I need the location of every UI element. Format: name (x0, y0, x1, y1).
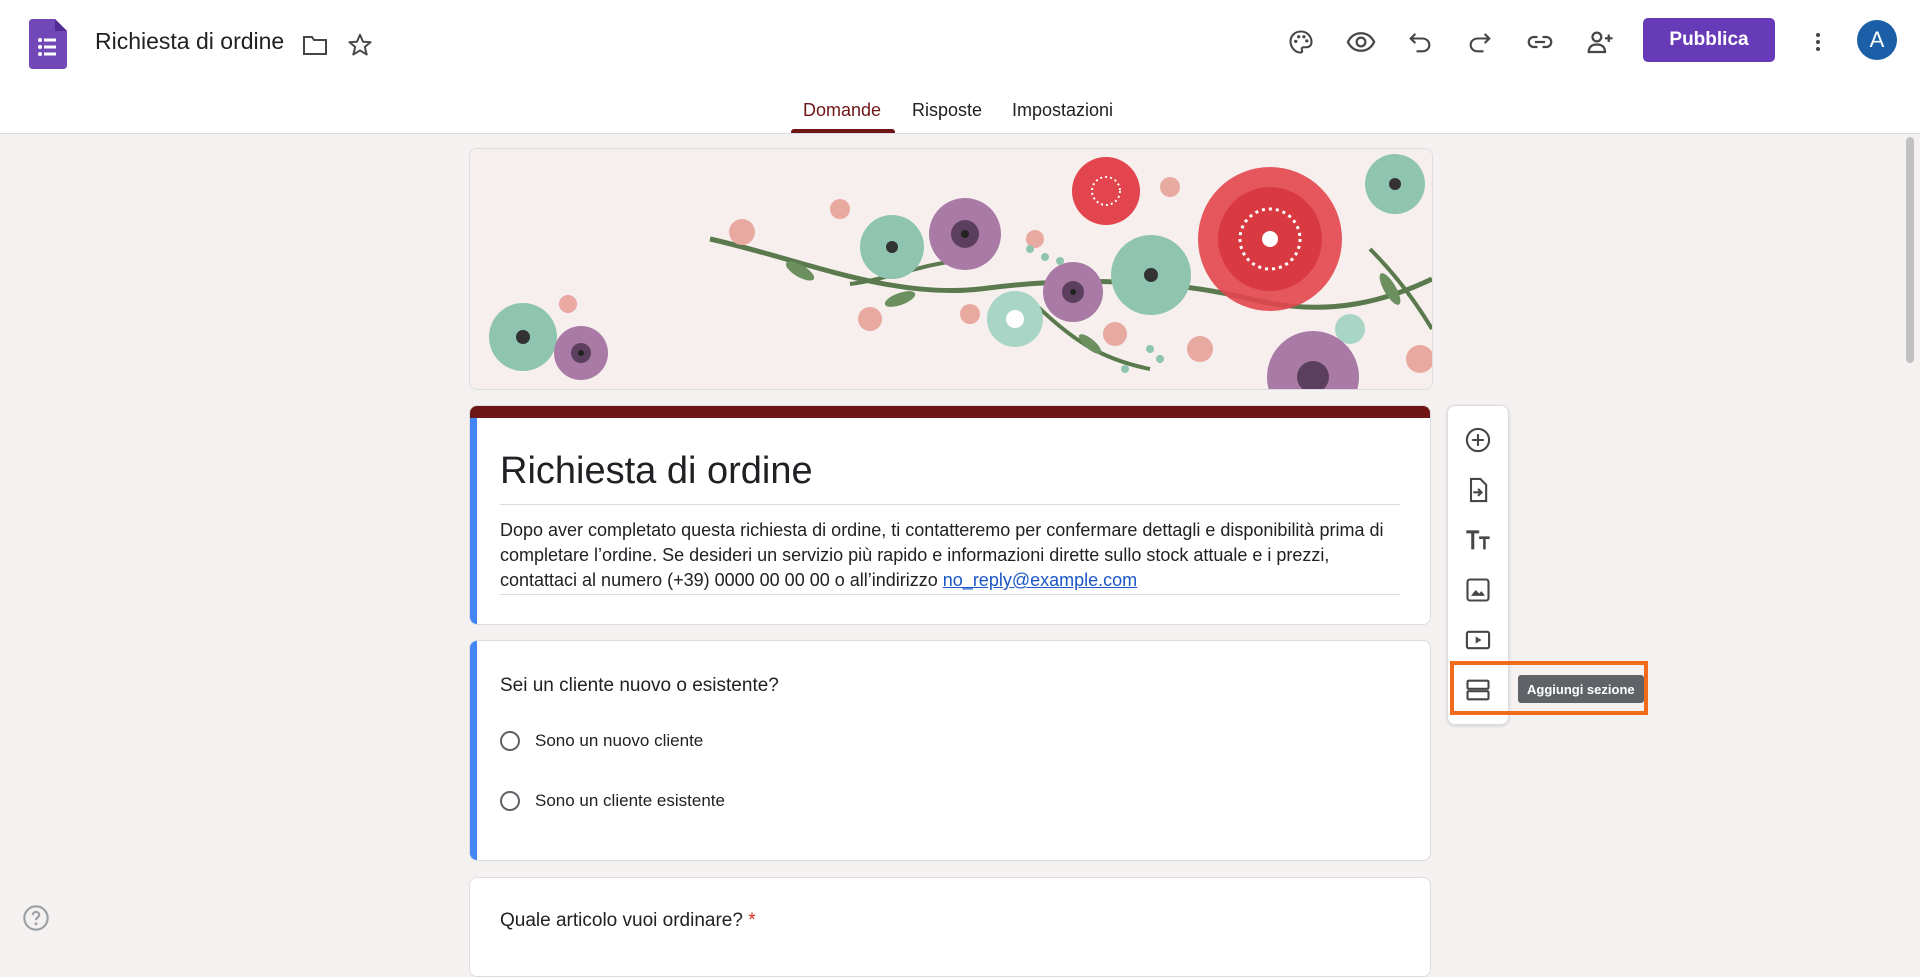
import-questions-icon[interactable] (1456, 468, 1500, 512)
help-icon[interactable] (22, 904, 50, 932)
more-vert-icon[interactable] (1796, 20, 1840, 64)
tab-domande[interactable]: Domande (803, 100, 881, 121)
avatar[interactable]: A (1857, 20, 1897, 60)
form-description-text: Dopo aver completato questa richiesta di… (500, 520, 1384, 590)
google-forms-logo-icon[interactable] (29, 19, 67, 69)
add-question-icon[interactable] (1456, 418, 1500, 462)
publish-button[interactable]: Pubblica (1643, 18, 1775, 62)
document-title[interactable]: Richiesta di ordine (95, 28, 284, 55)
theme-color-bar (470, 406, 1430, 418)
tab-risposte[interactable]: Risposte (912, 100, 982, 121)
active-card-indicator (470, 641, 477, 860)
title-underline (500, 504, 1400, 505)
radio-option[interactable]: Sono un nuovo cliente (500, 728, 703, 754)
option-label: Sono un cliente esistente (535, 791, 725, 810)
active-tab-indicator (791, 129, 895, 133)
radio-button[interactable] (500, 791, 520, 811)
form-title[interactable]: Richiesta di ordine (500, 450, 813, 493)
form-title-card[interactable]: Richiesta di ordine Dopo aver completato… (469, 405, 1431, 625)
palette-icon[interactable] (1279, 20, 1323, 64)
scrollbar[interactable] (1906, 137, 1914, 363)
form-description[interactable]: Dopo aver completato questa richiesta di… (500, 518, 1400, 593)
top-header: Richiesta di ordine Pubblica A Domande R… (0, 0, 1920, 134)
radio-button[interactable] (500, 731, 520, 751)
add-person-icon[interactable] (1578, 20, 1622, 64)
option-label: Sono un nuovo cliente (535, 731, 704, 750)
email-link[interactable]: no_reply@example.com (943, 570, 1137, 590)
question-card[interactable]: Sei un cliente nuovo o esistente? Sono u… (469, 640, 1431, 861)
active-card-indicator (470, 418, 477, 624)
add-title-icon[interactable] (1456, 518, 1500, 562)
add-video-icon[interactable] (1456, 618, 1500, 662)
eye-icon[interactable] (1339, 20, 1383, 64)
tab-bar: Domande Risposte Impostazioni (0, 96, 1920, 133)
tab-impostazioni[interactable]: Impostazioni (1012, 100, 1113, 121)
star-icon[interactable] (345, 30, 375, 60)
redo-icon[interactable] (1458, 20, 1502, 64)
question-title[interactable]: Sei un cliente nuovo o esistente? (500, 675, 779, 697)
header-banner-image (469, 148, 1433, 390)
link-icon[interactable] (1518, 20, 1562, 64)
required-asterisk: * (748, 910, 756, 931)
undo-icon[interactable] (1398, 20, 1442, 64)
tooltip-add-section: Aggiungi sezione (1518, 675, 1644, 703)
question-title-text: Quale articolo vuoi ordinare? (500, 910, 743, 931)
question-card[interactable]: Quale articolo vuoi ordinare? * (469, 877, 1431, 977)
folder-icon[interactable] (300, 30, 330, 60)
question-title[interactable]: Quale articolo vuoi ordinare? * (500, 910, 756, 932)
description-underline (500, 594, 1400, 595)
add-image-icon[interactable] (1456, 568, 1500, 612)
radio-option[interactable]: Sono un cliente esistente (500, 788, 725, 814)
